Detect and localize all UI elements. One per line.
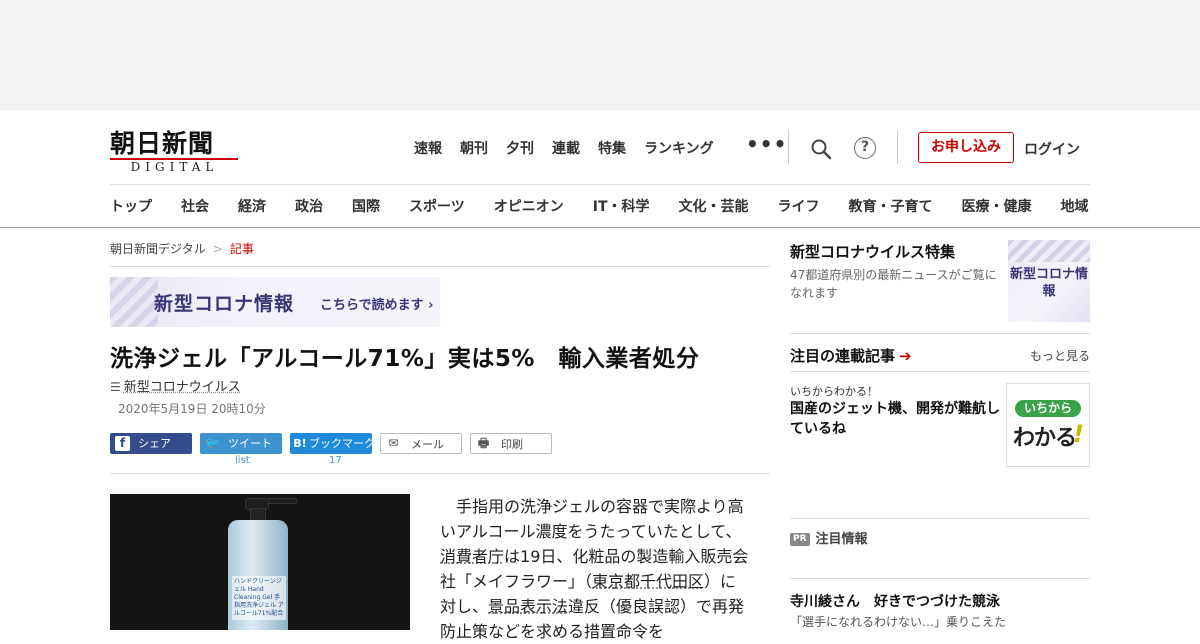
category-education[interactable]: 教育・子育て xyxy=(849,196,933,216)
breadcrumb-separator: > xyxy=(212,242,223,256)
breadcrumb: 朝日新聞デジタル > 記事 xyxy=(110,240,254,257)
article-headline: 洗浄ジェル「アルコール71%」実は5% 輸入業者処分 xyxy=(110,346,700,372)
corona-info-banner[interactable]: 新型コロナ情報 こちらで読めます › xyxy=(110,277,440,327)
arrow-right-icon: ➔ xyxy=(899,347,912,365)
sidebar-divider xyxy=(790,518,1090,519)
link-consumer-agency[interactable]: 消費者庁 xyxy=(440,547,504,566)
hatena-icon: B! xyxy=(293,437,307,450)
topnav-item-tokushu[interactable]: 特集 xyxy=(598,138,626,158)
link-premiums-act[interactable]: 景品表示法 xyxy=(488,597,568,616)
topnav-item-sokuhou[interactable]: 速報 xyxy=(414,138,442,158)
corona-feature-desc[interactable]: 47都道府県別の最新ニュースがご覧になれます xyxy=(790,266,1002,302)
subscribe-button[interactable]: お申し込み xyxy=(918,132,1014,163)
pr-headline-link[interactable]: 寺川綾さん 好きでつづけた競泳 xyxy=(790,591,1000,611)
article-photo[interactable]: ハンドクリーンジェル Hand Cleaning Gel 手指用洗浄ジェル アル… xyxy=(110,494,410,630)
category-life[interactable]: ライフ xyxy=(778,196,820,216)
pump-nozzle xyxy=(267,498,297,504)
sidebar-divider xyxy=(790,578,1090,579)
bottle-label: ハンドクリーンジェル Hand Cleaning Gel 手指用洗浄ジェル アル… xyxy=(232,576,286,620)
sidebar-divider xyxy=(790,333,1090,334)
banner-link: こちらで読めます › xyxy=(320,298,434,313)
series-title-text: 注目の連載記事 xyxy=(790,347,896,365)
topnav-item-rensai[interactable]: 連載 xyxy=(552,138,580,158)
topnav-item-ranking[interactable]: ランキング xyxy=(644,138,714,158)
site-header: 朝日新聞 DIGITAL 速報 朝刊 夕刊 連載 特集 ランキング ••• ? … xyxy=(0,110,1200,228)
mail-icon: ✉ xyxy=(388,436,399,450)
nav-divider xyxy=(897,130,898,164)
help-icon[interactable]: ? xyxy=(854,137,876,159)
list-icon: ☰ xyxy=(110,380,121,394)
corona-feature-title[interactable]: 新型コロナウイルス特集 xyxy=(790,241,955,262)
twitter-share-label: ツイート xyxy=(228,437,272,450)
thumb-big-text: わかる xyxy=(1013,426,1077,451)
article-timestamp: 2020年5月19日 20時10分 xyxy=(118,402,266,416)
sidebar-divider xyxy=(790,371,1090,372)
category-economy[interactable]: 経済 xyxy=(238,196,266,216)
mail-label: メール xyxy=(411,438,444,451)
category-it-science[interactable]: IT・科学 xyxy=(593,196,650,216)
share-divider xyxy=(110,473,770,474)
banner-stripes xyxy=(110,277,158,327)
category-nav: トップ 社会 経済 政治 国際 スポーツ オピニオン IT・科学 文化・芸能 ラ… xyxy=(110,196,1089,216)
category-health[interactable]: 医療・健康 xyxy=(962,196,1032,216)
series-kicker: いちからわかる！ xyxy=(790,385,878,398)
series-more-link[interactable]: もっと見る xyxy=(1030,347,1090,364)
topnav-item-chokan[interactable]: 朝刊 xyxy=(460,138,488,158)
body-text: 手指用の洗浄ジェルの容器で実際より高いアルコール濃度をうたっていたとして、 xyxy=(440,497,744,541)
print-button[interactable]: 🖶 印刷 xyxy=(470,433,552,454)
twitter-count[interactable]: list xyxy=(235,455,250,466)
exclamation-mark: ! xyxy=(1073,420,1084,448)
category-opinion[interactable]: オピニオン xyxy=(494,196,564,216)
article-body: 手指用の洗浄ジェルの容器で実際より高いアルコール濃度をうたっていたとして、消費者… xyxy=(440,494,750,644)
print-label: 印刷 xyxy=(501,438,523,451)
category-region[interactable]: 地域 xyxy=(1061,196,1089,216)
more-menu-icon[interactable]: ••• xyxy=(746,132,787,156)
series-section-title: 注目の連載記事 ➔ xyxy=(790,345,912,366)
breadcrumb-current: 記事 xyxy=(229,242,254,256)
search-icon[interactable] xyxy=(810,138,832,160)
link-chiyoda[interactable]: 東京都千代田区 xyxy=(592,572,704,591)
facebook-share-label: シェア xyxy=(138,437,171,450)
breadcrumb-divider xyxy=(110,266,770,267)
category-sports[interactable]: スポーツ xyxy=(409,196,465,216)
thumb-stripes xyxy=(1008,240,1090,262)
print-icon: 🖶 xyxy=(477,436,490,450)
asahi-logo[interactable]: 朝日新聞 DIGITAL xyxy=(110,124,240,174)
logo-main-text: 朝日新聞 xyxy=(110,129,215,158)
mail-button[interactable]: ✉ メール xyxy=(380,433,462,454)
hatena-bookmark-label: ブックマーク xyxy=(309,437,375,450)
corona-feature-thumbnail[interactable]: 新型コロナ情報 xyxy=(1008,240,1090,322)
facebook-share-button[interactable]: f シェア xyxy=(110,433,192,454)
facebook-icon: f xyxy=(115,436,130,451)
header-divider xyxy=(110,184,1090,185)
pr-label: 注目情報 xyxy=(815,532,868,547)
hatena-bookmark-button[interactable]: B! ブックマーク xyxy=(290,433,375,454)
topic-link[interactable]: 新型コロナウイルス xyxy=(124,380,241,395)
twitter-share-button[interactable]: 🐦 ツイート xyxy=(200,433,282,454)
category-top[interactable]: トップ xyxy=(110,196,152,216)
hatena-count[interactable]: 17 xyxy=(329,455,342,466)
logo-sub-text: DIGITAL xyxy=(110,158,238,174)
pr-badge: PR xyxy=(790,533,810,546)
category-international[interactable]: 国際 xyxy=(352,196,380,216)
twitter-icon: 🐦 xyxy=(205,436,220,450)
breadcrumb-home[interactable]: 朝日新聞デジタル xyxy=(110,242,206,256)
topic-tag: ☰ 新型コロナウイルス xyxy=(110,376,241,395)
banner-title: 新型コロナ情報 xyxy=(154,293,295,315)
thumb-title: 新型コロナ情報 xyxy=(1010,267,1089,299)
login-link[interactable]: ログイン xyxy=(1024,139,1080,159)
gel-bottle: ハンドクリーンジェル Hand Cleaning Gel 手指用洗浄ジェル アル… xyxy=(228,520,288,630)
category-society[interactable]: 社会 xyxy=(181,196,209,216)
series-thumbnail[interactable]: いちから わかる ! xyxy=(1006,383,1090,467)
series-headline-link[interactable]: 国産のジェット機、開発が難航しているね xyxy=(790,399,1002,439)
nav-divider xyxy=(788,130,789,164)
pr-subtext[interactable]: 「選手になれるわけない…」乗りこえた xyxy=(790,613,1006,630)
top-nav: 速報 朝刊 夕刊 連載 特集 ランキング xyxy=(414,138,732,158)
topnav-item-yukan[interactable]: 夕刊 xyxy=(506,138,534,158)
ad-banner-area xyxy=(0,0,1200,110)
pr-section-title: PR 注目情報 xyxy=(790,528,868,547)
category-culture[interactable]: 文化・芸能 xyxy=(679,196,749,216)
category-politics[interactable]: 政治 xyxy=(295,196,323,216)
thumb-pill: いちから xyxy=(1015,400,1081,417)
